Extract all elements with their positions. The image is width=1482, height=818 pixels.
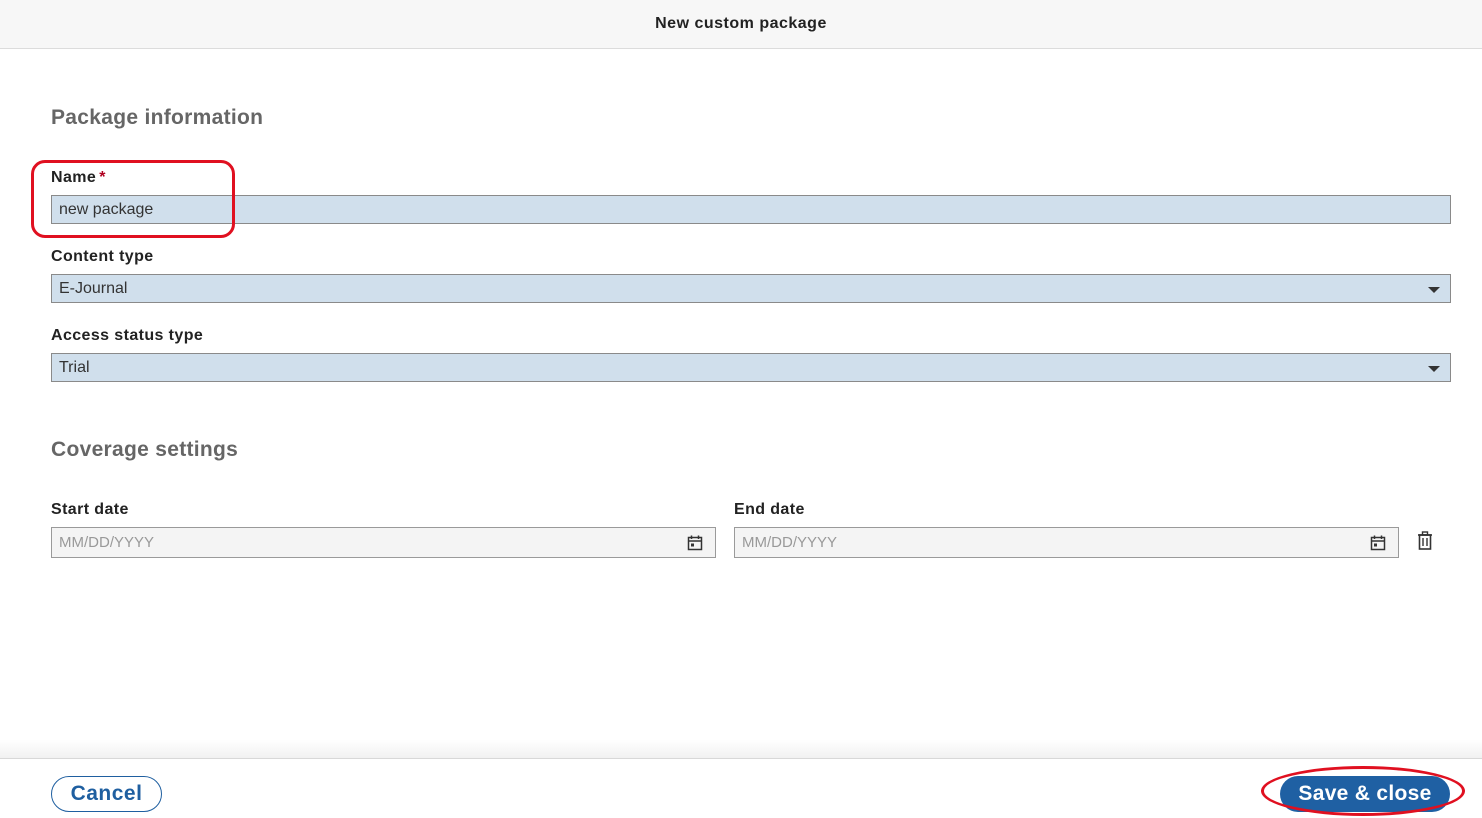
content-type-select[interactable]: E-Journal	[51, 274, 1451, 303]
package-information-heading: Package information	[51, 106, 264, 129]
name-input[interactable]: new package	[51, 195, 1451, 224]
annotation-highlight-save-button	[1261, 766, 1465, 816]
access-status-type-value: Trial	[59, 358, 90, 376]
start-date-input[interactable]: MM/DD/YYYY	[51, 527, 716, 558]
modal-footer	[0, 758, 1482, 818]
annotation-highlight-name-field	[31, 160, 235, 238]
content-type-label: Content type	[51, 248, 154, 265]
end-date-input[interactable]: MM/DD/YYYY	[734, 527, 1399, 558]
modal-title: New custom package	[655, 15, 827, 32]
access-status-type-select[interactable]: Trial	[51, 353, 1451, 382]
coverage-settings-heading: Coverage settings	[51, 438, 239, 461]
cancel-button[interactable]: Cancel	[51, 776, 162, 812]
end-date-placeholder: MM/DD/YYYY	[742, 534, 838, 551]
chevron-down-icon	[1428, 366, 1440, 372]
start-date-label: Start date	[51, 501, 129, 518]
trash-icon[interactable]	[1416, 531, 1434, 551]
modal-header: New custom package	[0, 0, 1482, 49]
content-type-value: E-Journal	[59, 279, 128, 297]
chevron-down-icon	[1428, 287, 1440, 293]
calendar-icon[interactable]	[687, 535, 703, 551]
start-date-placeholder: MM/DD/YYYY	[59, 534, 155, 551]
access-status-type-label: Access status type	[51, 327, 204, 344]
end-date-label: End date	[734, 501, 805, 518]
footer-shadow	[0, 740, 1482, 758]
calendar-icon[interactable]	[1370, 535, 1386, 551]
